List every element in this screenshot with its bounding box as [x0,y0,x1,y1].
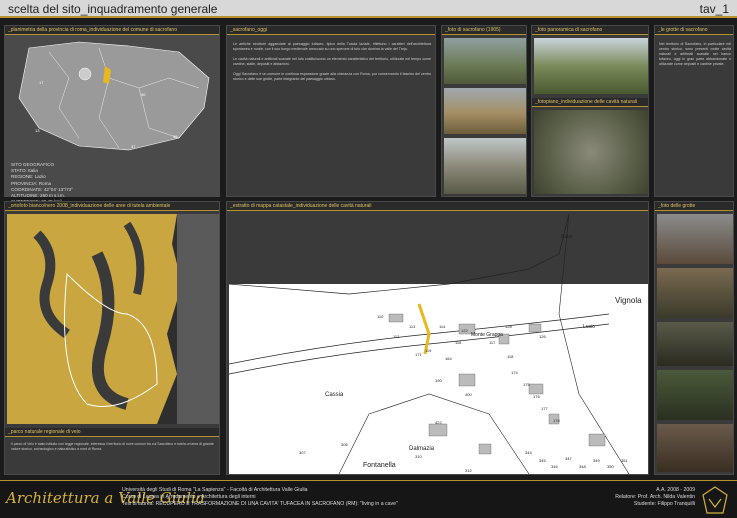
sheet-code: tav_1 [699,2,729,16]
text-parco: Il parco di Veio è stato istituito con l… [11,442,214,451]
parcel-number: 117 [489,340,496,345]
panel-title-planimetria: _planimetria della provincia di roma_ind… [5,26,219,35]
footer: Architettura a Valle Giulia Università d… [0,480,737,518]
parcel-number: 176 [533,394,540,399]
parcel-number: 350 [607,464,614,469]
parcel-number: 128 [505,324,512,329]
panel-foto-1905: _foto di sacrofano (1905) [441,25,527,197]
street-label: Vignola [615,296,642,305]
parcel-number: 110 [377,314,384,319]
text-grotte: Nel territorio di Sacrofano, in particol… [659,42,731,66]
photo-panoramica [534,38,648,94]
university-seal-icon [702,486,728,514]
parcel-number: 177 [541,406,548,411]
parcel-number: 126 [539,334,546,339]
photo-grotta-1 [657,214,733,264]
parcel-number: 348 [579,464,586,469]
map-label: 17 [39,80,44,85]
map-label: 37 [131,144,136,149]
parcel-number: 174 [511,370,518,375]
parcel-number: 113 [409,324,416,329]
parcel-number: 307 [299,450,306,455]
street-label: Monte Grappa [471,332,503,338]
panel-title-ortofoto: _ortofoto bianco/nero 2008_individuazion… [5,202,219,211]
photo-grotta-3 [657,322,733,366]
parcel-number: 346 [551,464,558,469]
footer-info-right: A.A. 2008 - 2009 Relatore: Prof. Arch. Ni… [615,487,695,507]
panel-title-1905: _foto di sacrofano (1905) [442,26,526,35]
footer-info-left: Università degli Studi di Roma "La Sapie… [122,487,398,507]
photo-1905-c [444,138,526,194]
panel-ortofoto: _ortofoto bianco/nero 2008_individuazion… [4,201,220,475]
street-label: Dalmazia [409,446,435,452]
panel-catastale: _estratto di mappa catastale_individuazi… [226,201,649,475]
province-map [18,41,210,151]
panel-title-catastale: _estratto di mappa catastale_individuazi… [227,202,648,211]
parcel-number: 178 [553,418,560,423]
street-label: Lusio [583,324,595,330]
parcel-number: 164 [445,356,452,361]
photo-1905-a [444,38,526,84]
parcel-number: 118 [455,340,462,345]
photo-fotopiano [534,110,648,194]
parcel-number: 175 [523,382,530,387]
cadastral-map: Vignola Cassia Dalmazia Fontanella Monte… [228,213,648,475]
parcel-number: 112 [393,334,400,339]
panel-title-parco: _parco naturale regionale di veio [5,428,219,437]
street-label: Babo [561,234,573,240]
header-bar: scelta del sito_inquadramento generale t… [0,0,737,18]
parcel-number: 351 [621,458,628,463]
photo-grotta-5 [657,424,733,472]
parcel-number: 114 [439,324,446,329]
panel-title-oggi: _sacrofano_oggi [227,26,435,35]
parcel-number: 122 [461,328,468,333]
panel-title-fotopiano: _fotopiano_individuazione delle cavità n… [532,98,648,107]
page-title: scelta del sito_inquadramento generale [8,2,218,16]
parcel-number: 345 [539,458,546,463]
parcel-number: 349 [593,458,600,463]
panel-foto-panoramica: _foto panoramica di sacrofano _fotopiano… [531,25,649,197]
panel-planimetria: _planimetria della provincia di roma_ind… [4,25,220,217]
parcel-number: 310 [415,454,422,459]
parcel-number: 400 [465,392,472,397]
ortofoto-map [7,214,219,424]
parcel-number: 118 [507,354,514,359]
photo-grotta-4 [657,370,733,420]
map-label: 40 [141,92,146,97]
text-oggi: Le antiche strutture agganciate al paesa… [233,42,431,81]
panel-foto-grotte: _foto delle grotte [654,201,734,475]
map-label: 13 [35,128,40,133]
panel-title-panoramica: _foto panoramica di sacrofano [532,26,648,35]
parcel-number: 190 [435,378,442,383]
parcel-number: 119 [425,348,432,353]
parcel-number: 312 [465,468,472,473]
panel-title-grotte: _le grotte di sacrofano [655,26,733,35]
panel-grotte: _le grotte di sacrofano Nel territorio d… [654,25,734,197]
photo-1905-b [444,88,526,134]
parcel-number: 347 [565,456,572,461]
parcel-number: 422 [435,420,442,425]
panel-sacrofano-oggi: _sacrofano_oggi Le antiche strutture agg… [226,25,436,197]
map-label: 36 [173,134,178,139]
parcel-number: 306 [341,442,348,447]
street-label: Cassia [325,392,344,398]
photo-grotta-2 [657,268,733,318]
parcel-number: 171 [415,352,422,357]
parcel-number: 344 [525,450,532,455]
street-label: Fontanella [363,462,396,469]
panel-title-foto-grotte: _foto delle grotte [655,202,733,211]
